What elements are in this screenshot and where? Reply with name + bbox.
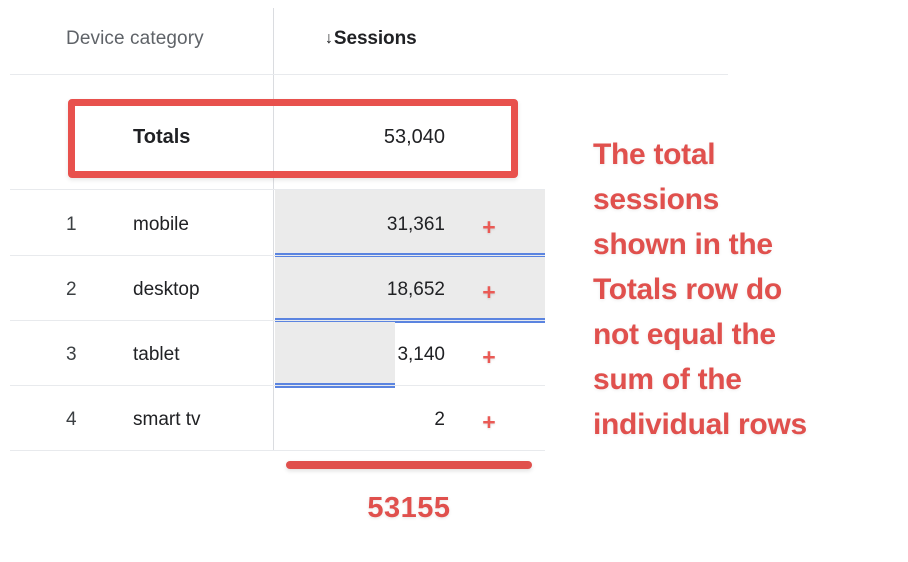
row-label[interactable]: smart tv	[133, 409, 201, 431]
callout-line: The total	[593, 138, 716, 171]
sort-descending-arrow-icon: ↓	[325, 30, 333, 47]
callout-line: sessions	[593, 183, 720, 216]
callout-line: not equal the	[593, 318, 776, 351]
row-bottom-rule	[10, 450, 545, 451]
row-index: 1	[66, 214, 77, 235]
callout-line: individual rows	[593, 408, 807, 441]
row-label[interactable]: tablet	[133, 344, 179, 366]
callout-annotation-text: The total sessions shown in the Totals r…	[593, 132, 893, 447]
row-index: 3	[66, 344, 77, 365]
callout-line: shown in the	[593, 228, 773, 261]
computed-sum-annotation: 53155	[367, 492, 451, 524]
row-label[interactable]: desktop	[133, 279, 200, 301]
table-header: Device category ↓ Sessions	[0, 0, 740, 75]
expand-row-plus-icon[interactable]: +	[480, 346, 498, 369]
row-value: 18,652	[386, 279, 445, 300]
row-value: 2	[434, 409, 445, 430]
column-header-device-category[interactable]: Device category	[66, 28, 204, 50]
row-label[interactable]: mobile	[133, 214, 189, 236]
expand-row-plus-icon[interactable]: +	[480, 216, 498, 239]
column-header-sessions[interactable]: ↓ Sessions	[325, 28, 417, 50]
row-index: 2	[66, 279, 77, 300]
column-header-sessions-label: Sessions	[333, 28, 417, 49]
expand-row-plus-icon[interactable]: +	[480, 281, 498, 304]
totals-row-highlight-box	[68, 99, 518, 178]
row-index: 4	[66, 409, 77, 430]
callout-line: sum of the	[593, 363, 742, 396]
expand-row-plus-icon[interactable]: +	[480, 411, 498, 434]
callout-line: Totals row do	[593, 273, 782, 306]
row-value: 3,140	[397, 344, 445, 365]
row-value: 31,361	[386, 214, 445, 235]
sum-underline-annotation	[286, 461, 532, 469]
